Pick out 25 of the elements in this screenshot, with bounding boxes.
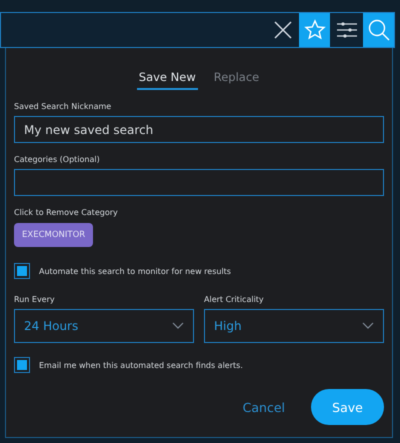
dropdown[interactable]: 24 Hours — [14, 309, 194, 343]
close-icon — [272, 20, 292, 40]
field-label: Saved Search Nickname — [14, 102, 112, 111]
checkbox-label: Email me when this automated search finds alerts. — [39, 360, 243, 370]
star-icon — [304, 19, 326, 41]
checkbox-label: Automate this search to monitor for new results — [39, 266, 231, 276]
category-tag[interactable]: EXECMONITOR — [14, 223, 94, 247]
field-label: Alert Criticality — [204, 295, 265, 304]
dropdown[interactable]: High — [204, 309, 384, 343]
field-label: Categories (Optional) — [14, 155, 101, 164]
tab[interactable]: Save New — [136, 68, 198, 90]
sliders-icon — [336, 20, 358, 40]
checkbox[interactable] — [14, 357, 30, 373]
checkbox[interactable] — [14, 263, 30, 279]
tab[interactable]: Replace — [212, 68, 262, 90]
search-icon — [366, 18, 390, 42]
star-button[interactable] — [299, 13, 330, 47]
chevron-icon — [172, 322, 184, 330]
chevron-icon — [362, 322, 374, 330]
categories-field[interactable] — [14, 169, 384, 196]
cancel-button[interactable]: Cancel — [242, 400, 285, 414]
nickname-field[interactable]: My new saved search — [14, 116, 384, 143]
save-button[interactable]: Save — [311, 389, 384, 425]
field-label: Run Every — [14, 295, 56, 304]
field-label: Click to Remove Category — [14, 208, 119, 217]
